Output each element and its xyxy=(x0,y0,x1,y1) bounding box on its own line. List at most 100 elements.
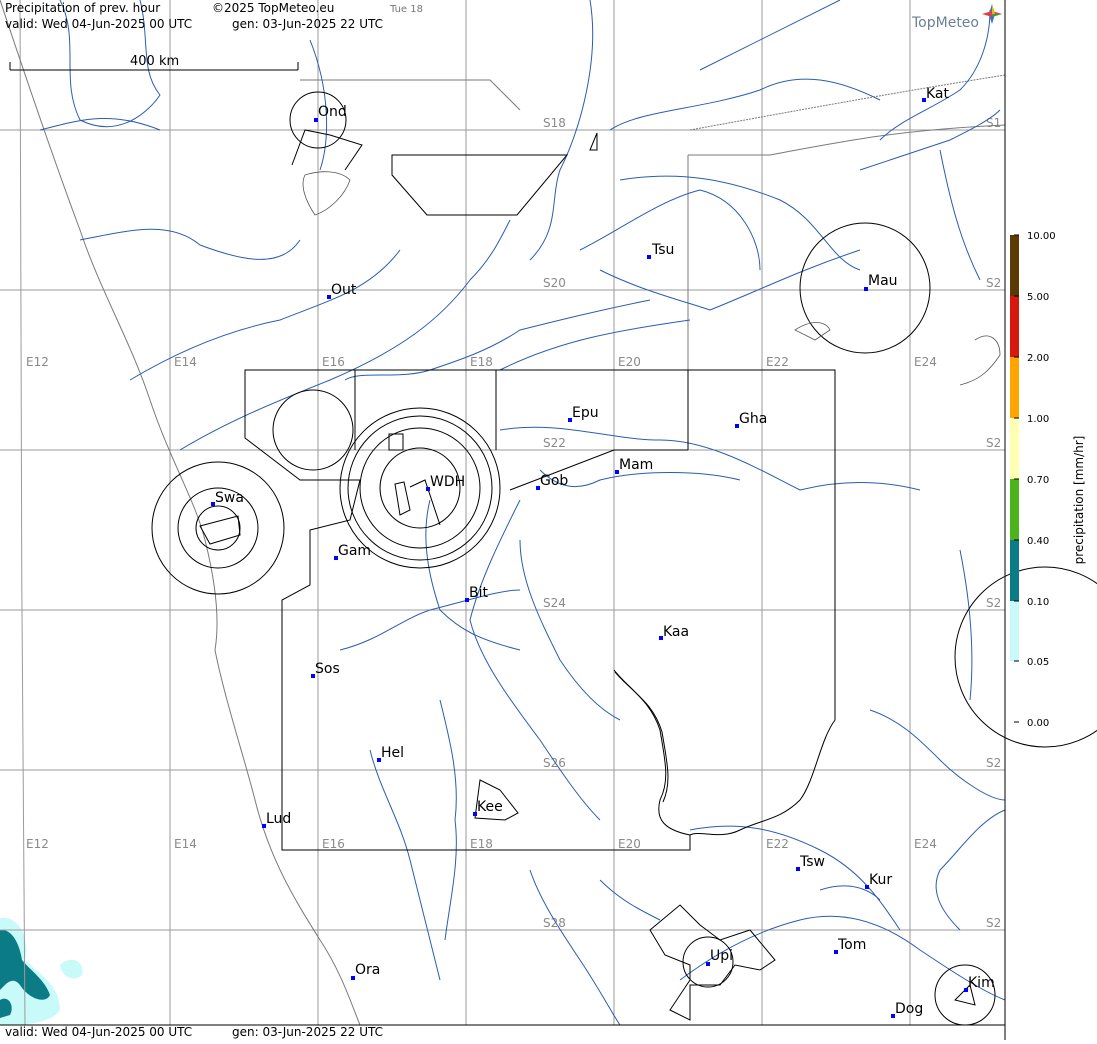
station-wdh[interactable]: WDH xyxy=(426,474,465,491)
svg-text:Gha: Gha xyxy=(739,411,767,427)
station-mau[interactable]: Mau xyxy=(864,273,898,291)
svg-text:Mau: Mau xyxy=(868,273,898,289)
legend-swatch-04 xyxy=(1010,540,1019,601)
footer-valid-time: valid: Wed 04-Jun-2025 00 UTC xyxy=(5,1025,193,1039)
station-epu[interactable]: Epu xyxy=(568,405,599,422)
station-kat[interactable]: Kat xyxy=(922,86,950,102)
legend-swatch-01 xyxy=(1010,601,1019,661)
svg-text:Swa: Swa xyxy=(215,490,244,506)
valid-time: valid: Wed 04-Jun-2025 00 UTC xyxy=(5,17,193,31)
legend-title: precipitation [mm/hr] xyxy=(1072,436,1086,565)
station-kaa[interactable]: Kaa xyxy=(659,624,689,640)
station-tsu[interactable]: Tsu xyxy=(647,242,674,259)
svg-text:Out: Out xyxy=(331,282,357,298)
svg-text:0.10: 0.10 xyxy=(1027,597,1049,608)
svg-text:S2: S2 xyxy=(986,276,1001,290)
station-gha[interactable]: Gha xyxy=(735,411,767,428)
map-canvas: E12 E14 E16 E18 E20 E22 E24 E12 E14 E16 … xyxy=(0,0,1097,1040)
svg-text:E20: E20 xyxy=(618,355,641,369)
svg-text:WDH: WDH xyxy=(430,474,465,490)
generated-time: gen: 03-Jun-2025 22 UTC xyxy=(232,17,384,31)
svg-text:S2: S2 xyxy=(986,596,1001,610)
svg-text:Kim: Kim xyxy=(968,975,995,991)
svg-text:E22: E22 xyxy=(766,355,789,369)
svg-text:Kee: Kee xyxy=(477,799,503,815)
svg-text:E22: E22 xyxy=(766,837,789,851)
svg-text:E16: E16 xyxy=(322,355,345,369)
svg-text:Ond: Ond xyxy=(318,104,347,120)
station-kur[interactable]: Kur xyxy=(865,872,892,889)
station-out[interactable]: Out xyxy=(327,282,357,299)
svg-text:Gam: Gam xyxy=(338,543,371,559)
station-bit[interactable]: Bit xyxy=(465,585,488,602)
svg-text:Kat: Kat xyxy=(926,86,950,102)
svg-text:E24: E24 xyxy=(914,837,937,851)
svg-text:S2: S2 xyxy=(986,756,1001,770)
station-tsw[interactable]: Tsw xyxy=(796,854,825,871)
svg-text:Upi: Upi xyxy=(710,948,733,964)
day-tab[interactable]: Tue 18 xyxy=(390,3,423,17)
svg-text:1.00: 1.00 xyxy=(1027,414,1049,425)
svg-text:S1: S1 xyxy=(986,116,1001,130)
svg-text:E18: E18 xyxy=(470,355,493,369)
station-ond[interactable]: Ond xyxy=(314,104,347,122)
svg-text:Ora: Ora xyxy=(355,962,380,978)
station-dog[interactable]: Dog xyxy=(891,1001,923,1018)
legend-swatch-2 xyxy=(1010,357,1019,418)
svg-text:E14: E14 xyxy=(174,355,197,369)
svg-text:0.05: 0.05 xyxy=(1027,657,1049,668)
legend-swatch-10 xyxy=(1010,235,1019,296)
svg-text:E24: E24 xyxy=(914,355,937,369)
map-title: Precipitation of prev. hour xyxy=(5,1,161,15)
brand-name: TopMeteo xyxy=(912,15,979,31)
svg-text:S20: S20 xyxy=(543,276,566,290)
svg-text:Bit: Bit xyxy=(469,585,488,601)
legend-swatch-1 xyxy=(1010,418,1019,479)
svg-text:0.40: 0.40 xyxy=(1027,536,1049,547)
svg-text:2.00: 2.00 xyxy=(1027,353,1049,364)
svg-text:S18: S18 xyxy=(543,116,566,130)
svg-text:Epu: Epu xyxy=(572,405,599,421)
station-gam[interactable]: Gam xyxy=(334,543,371,560)
svg-text:Kur: Kur xyxy=(869,872,892,888)
svg-text:E12: E12 xyxy=(26,837,49,851)
svg-text:E20: E20 xyxy=(618,837,641,851)
svg-text:Gob: Gob xyxy=(540,473,568,489)
svg-text:10.00: 10.00 xyxy=(1027,231,1056,242)
station-upi[interactable]: Upi xyxy=(706,948,733,966)
svg-text:Dog: Dog xyxy=(895,1001,923,1017)
svg-text:Lud: Lud xyxy=(266,811,291,827)
legend-swatch-07 xyxy=(1010,479,1019,540)
station-kee[interactable]: Kee xyxy=(473,799,503,816)
svg-text:E12: E12 xyxy=(26,355,49,369)
svg-text:S28: S28 xyxy=(543,916,566,930)
legend-swatch-5 xyxy=(1010,296,1019,357)
station-swa[interactable]: Swa xyxy=(211,490,244,506)
svg-text:E16: E16 xyxy=(322,837,345,851)
station-lud[interactable]: Lud xyxy=(262,811,291,828)
svg-text:5.00: 5.00 xyxy=(1027,292,1049,303)
station-kim[interactable]: Kim xyxy=(964,975,995,992)
scale-bar-label: 400 km xyxy=(130,54,179,69)
station-tom[interactable]: Tom xyxy=(834,937,866,954)
svg-text:0.70: 0.70 xyxy=(1027,475,1049,486)
svg-text:E14: E14 xyxy=(174,837,197,851)
legend: 10.00 5.00 2.00 1.00 0.70 0.40 0.10 0.05… xyxy=(1010,231,1086,729)
station-ora[interactable]: Ora xyxy=(351,962,380,980)
svg-text:Mam: Mam xyxy=(619,457,653,473)
station-mam[interactable]: Mam xyxy=(615,457,653,474)
svg-text:Tsw: Tsw xyxy=(799,854,825,870)
svg-text:0.00: 0.00 xyxy=(1027,718,1049,729)
map-view[interactable]: E12 E14 E16 E18 E20 E22 E24 E12 E14 E16 … xyxy=(0,0,1097,1040)
svg-text:S2: S2 xyxy=(986,916,1001,930)
svg-text:S24: S24 xyxy=(543,596,566,610)
svg-text:Sos: Sos xyxy=(315,661,340,677)
station-gob[interactable]: Gob xyxy=(536,473,568,490)
svg-text:S26: S26 xyxy=(543,756,566,770)
svg-text:Kaa: Kaa xyxy=(663,624,689,640)
station-hel[interactable]: Hel xyxy=(377,745,404,762)
station-sos[interactable]: Sos xyxy=(311,661,340,678)
svg-text:E18: E18 xyxy=(470,837,493,851)
svg-text:Tom: Tom xyxy=(837,937,866,953)
svg-text:Hel: Hel xyxy=(381,745,404,761)
